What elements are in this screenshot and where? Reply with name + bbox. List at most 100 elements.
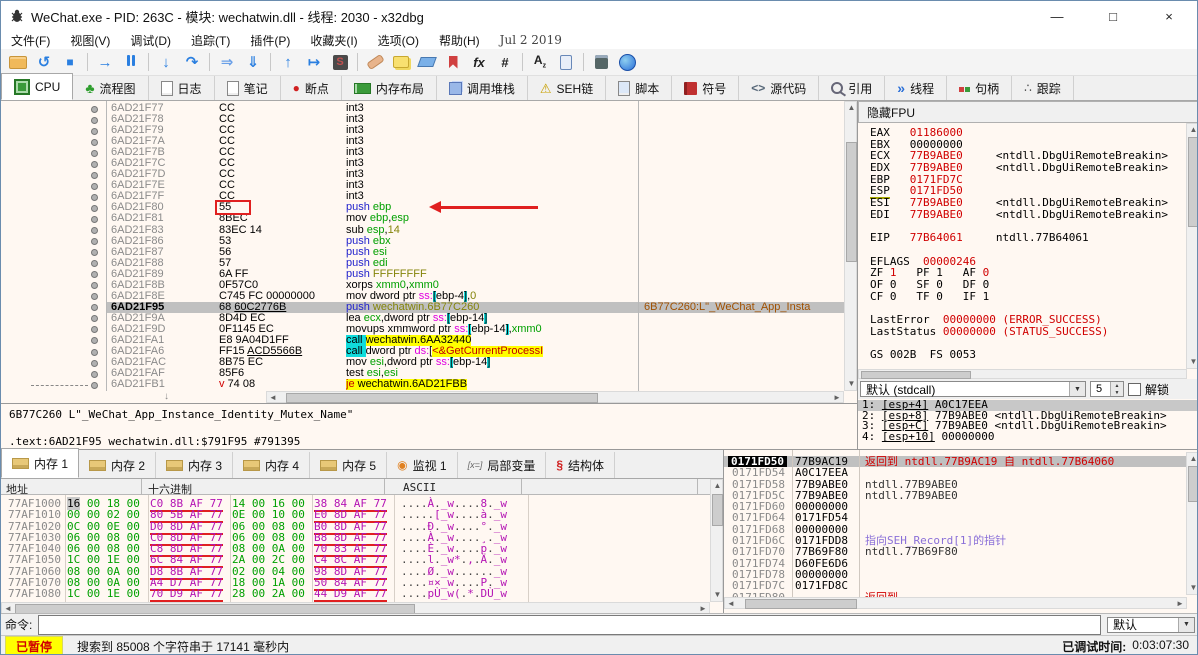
disasm-vscrollbar[interactable]: ▲ ▼ [844, 101, 857, 391]
scroll-up-icon[interactable]: ▲ [1187, 453, 1197, 465]
regs-vscroll-thumb[interactable] [1188, 137, 1197, 227]
step-over-button[interactable]: ↷ [180, 51, 204, 73]
breakpoint-dot-icon[interactable] [91, 105, 98, 113]
tab-seh链[interactable]: ⚠ SEH链 [528, 76, 607, 100]
modified-bytes-button[interactable] [554, 51, 578, 73]
scroll-right-icon[interactable]: ► [1174, 598, 1186, 610]
stack-row[interactable]: 0171FD54 A0C17EEA [724, 467, 1187, 479]
functions-button[interactable]: fx [467, 51, 491, 73]
stack-vscroll-thumb[interactable] [1188, 466, 1197, 502]
tab-笔记[interactable]: 笔记 [215, 76, 281, 100]
step-into-button[interactable]: ↓ [154, 51, 178, 73]
disassembly-view[interactable]: 6AD21F77 CC int3 6AD21F78 CC int3 6AD21F79 CC in… [1, 101, 844, 393]
chevron-down-icon[interactable]: ▼ [1069, 382, 1085, 396]
command-mode-select[interactable]: 默认 ▼ [1107, 616, 1195, 633]
disasm-hscroll-thumb[interactable] [286, 393, 598, 403]
tab-内存-5[interactable]: 内存 5 [310, 452, 388, 478]
disasm-row[interactable]: 6AD21F86 53 push ebx [1, 235, 844, 247]
calculator-button[interactable] [589, 51, 613, 73]
minimize-button[interactable]: — [1029, 1, 1085, 31]
tab-调用堆栈[interactable]: 调用堆栈 [437, 76, 528, 100]
breakpoint-dot-icon[interactable] [91, 271, 98, 279]
breakpoint-dot-icon[interactable] [91, 127, 98, 135]
open-file-button[interactable] [6, 51, 30, 73]
stack-row[interactable]: 0171FD64 0171FD54 [724, 512, 1187, 524]
dump-vscrollbar[interactable]: ▲ ▼ [710, 479, 723, 602]
disasm-row[interactable]: 6AD21FB1 v 74 08 je wechatwin.6AD21FBB [1, 379, 844, 391]
stop-button[interactable]: ■ [58, 51, 82, 73]
tab-内存-1[interactable]: 内存 1 [1, 448, 80, 478]
menu-item-插件[interactable]: 插件(P) [240, 32, 300, 49]
dump-row[interactable]: 77AF1080 1C 00 1E 00 70 D9 AF 77 28 00 2A 0… [1, 587, 710, 602]
call-arguments-list[interactable]: 1: [esp+4] A0C17EEA 2: [esp+8] 77B9ABE0 <… [858, 399, 1197, 442]
scroll-down-icon[interactable]: ▼ [1187, 582, 1197, 594]
dump-header-ascii[interactable]: ASCII [403, 481, 436, 494]
tab-内存-2[interactable]: 内存 2 [79, 452, 157, 478]
tab-内存-3[interactable]: 内存 3 [156, 452, 234, 478]
maximize-button[interactable]: □ [1085, 1, 1141, 31]
tab-局部变量[interactable]: [x=] 局部变量 [458, 452, 547, 478]
menu-item-调试[interactable]: 调试(D) [120, 32, 181, 49]
close-button[interactable]: × [1141, 1, 1197, 31]
stack-row[interactable]: 0171FD50 77B9AC19 返回到 ntdll.77B9AC19 自 ntd… [724, 456, 1187, 467]
scroll-up-icon[interactable]: ▲ [1187, 124, 1197, 136]
breakpoint-dot-icon[interactable] [91, 282, 98, 290]
breakpoint-dot-icon[interactable] [91, 370, 98, 378]
disasm-row[interactable]: 6AD21F81 8BEC mov ebp,esp [1, 213, 844, 224]
tab-cpu[interactable]: CPU [1, 73, 74, 100]
breakpoint-dot-icon[interactable] [91, 238, 98, 246]
chevron-down-icon[interactable]: ▼ [1178, 617, 1194, 632]
tab-线程[interactable]: » 线程 [885, 76, 948, 100]
disasm-row[interactable]: 6AD21F87 56 push esi [1, 246, 844, 258]
ascii-table-button[interactable]: Az [528, 51, 552, 73]
menu-item-选项[interactable]: 选项(O) [368, 32, 429, 49]
stack-row[interactable]: 0171FD7C 0171FD8C [724, 580, 1187, 592]
hash-button[interactable]: # [493, 51, 517, 73]
scroll-down-icon[interactable]: ▼ [1187, 356, 1197, 368]
breakpoint-dot-icon[interactable] [91, 149, 98, 157]
breakpoint-dot-icon[interactable] [91, 337, 98, 345]
stack-row[interactable]: 0171FD70 77B69F80 ntdll.77B69F80 [724, 546, 1187, 558]
breakpoint-dot-icon[interactable] [91, 348, 98, 356]
calling-convention-select[interactable]: 默认 (stdcall) ▼ [860, 381, 1086, 397]
tab-引用[interactable]: 引用 [819, 76, 886, 100]
breakpoint-dot-icon[interactable] [91, 293, 98, 301]
stack-row[interactable]: 0171FD78 00000000 [724, 569, 1187, 581]
stack-vscrollbar[interactable]: ▲ ▼ [1186, 452, 1197, 595]
breakpoint-dot-icon[interactable] [91, 359, 98, 367]
restart-button[interactable]: ↺ [32, 51, 56, 73]
patches-button[interactable] [363, 51, 387, 73]
run-to-user-code-button[interactable]: ↦ [302, 51, 326, 73]
register-list[interactable]: EAX 01186000 EBX 00000000 ECX 77B9ABE0 <nt… [858, 123, 1187, 369]
run-button[interactable]: → [93, 51, 117, 73]
tab-句柄[interactable]: 句柄 [947, 76, 1013, 100]
breakpoint-dot-icon[interactable] [91, 315, 98, 323]
argument-count-stepper[interactable]: 5 ▲ ▼ [1090, 381, 1124, 397]
register-row[interactable]: EDI 77B9ABE0 <ntdll.DbgUiRemoteBreakin> [870, 208, 1187, 221]
tab-结构体[interactable]: § 结构体 [546, 452, 616, 478]
tab-监视-1[interactable]: ◉ 监视 1 [387, 452, 458, 478]
tab-跟踪[interactable]: ∴ 跟踪 [1012, 76, 1074, 100]
tab-日志[interactable]: 日志 [149, 76, 215, 100]
menu-item-追踪[interactable]: 追踪(T) [181, 32, 240, 49]
breakpoint-dot-icon[interactable] [91, 215, 98, 223]
unlock-checkbox[interactable] [1128, 382, 1141, 396]
breakpoint-dot-icon[interactable] [91, 260, 98, 268]
menu-item-视图[interactable]: 视图(V) [60, 32, 120, 49]
register-row[interactable]: CF 0 TF 0 IF 1 [870, 290, 1187, 303]
stack-view[interactable]: 0171FD50 77B9AC19 返回到 ntdll.77B9AC19 自 ntd… [724, 456, 1187, 597]
regs-hscrollbar[interactable] [858, 369, 1187, 379]
tab-流程图[interactable]: ♣ 流程图 [73, 76, 149, 100]
hide-fpu-button[interactable]: 隐藏FPU [858, 101, 1197, 123]
breakpoint-dot-icon[interactable] [91, 160, 98, 168]
breakpoint-dot-icon[interactable] [91, 138, 98, 146]
stack-row[interactable]: 0171FD74 D60FE6D6 [724, 557, 1187, 569]
comments-button[interactable] [389, 51, 413, 73]
breakpoint-dot-icon[interactable] [91, 171, 98, 179]
strings-button[interactable]: S [328, 51, 352, 73]
breakpoint-dot-icon[interactable] [91, 182, 98, 190]
spin-up-icon[interactable]: ▲ [1111, 382, 1123, 389]
register-row[interactable]: EIP 77B64061 ntdll.77B64061 [870, 232, 1187, 244]
globe-button[interactable] [615, 51, 639, 73]
scroll-left-icon[interactable]: ◄ [725, 598, 737, 610]
